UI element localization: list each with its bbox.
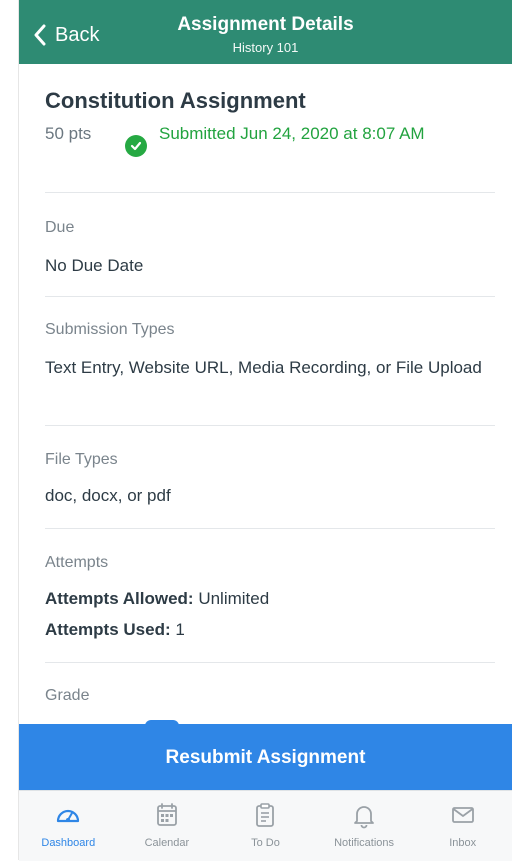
back-button[interactable]: Back — [33, 20, 99, 50]
divider — [45, 528, 495, 529]
submission-status-text: Submitted Jun 24, 2020 at 8:07 AM — [159, 124, 425, 143]
bottom-tab-bar: Dashboard Calendar To Do Notifications I… — [19, 790, 512, 861]
submission-types-value: Text Entry, Website URL, Media Recording… — [45, 358, 482, 377]
left-page-edge — [0, 0, 19, 860]
attempts-used-value: 1 — [175, 620, 185, 639]
resubmit-assignment-button[interactable]: Resubmit Assignment — [19, 724, 512, 790]
tab-label: To Do — [251, 837, 280, 849]
chevron-left-icon — [34, 24, 46, 46]
divider — [45, 192, 495, 193]
tab-label: Inbox — [449, 837, 477, 849]
page-title: Assignment Details — [177, 14, 354, 35]
due-label: Due — [45, 219, 75, 236]
tab-inbox[interactable]: Inbox — [413, 791, 512, 861]
attempts-label: Attempts — [45, 554, 109, 571]
divider — [45, 296, 495, 297]
divider — [45, 425, 495, 426]
dashboard-icon — [57, 809, 80, 823]
tab-dashboard[interactable]: Dashboard — [19, 791, 118, 861]
todo-icon — [256, 803, 275, 827]
submission-types-label: Submission Types — [45, 321, 175, 338]
attempts-used-label: Attempts Used: — [45, 620, 171, 639]
calendar-icon — [156, 803, 177, 826]
submission-status: Submitted Jun 24, 2020 at 8:07 AM — [125, 123, 449, 157]
tab-calendar[interactable]: Calendar — [118, 791, 217, 861]
divider — [45, 662, 495, 663]
tab-todo[interactable]: To Do — [216, 791, 315, 861]
tab-label: Calendar — [144, 837, 190, 849]
assignment-content[interactable]: Constitution Assignment 50 pts Submitted… — [19, 64, 512, 724]
tab-label: Notifications — [334, 837, 395, 849]
bell-icon — [354, 806, 374, 829]
grade-label: Grade — [45, 687, 90, 704]
assignment-title: Constitution Assignment — [45, 88, 306, 113]
attempts-used: Attempts Used: 1 — [45, 620, 185, 640]
attempts-allowed-label: Attempts Allowed: — [45, 589, 194, 608]
due-value: No Due Date — [45, 256, 144, 275]
file-types-label: File Types — [45, 451, 118, 468]
attempts-allowed: Attempts Allowed: Unlimited — [45, 589, 269, 609]
tab-label: Dashboard — [41, 837, 96, 849]
back-label: Back — [55, 23, 100, 46]
course-subtitle: History 101 — [232, 40, 299, 55]
navigation-bar: Back Assignment Details History 101 — [19, 0, 512, 64]
check-circle-icon — [125, 135, 147, 157]
inbox-icon — [451, 807, 474, 823]
assignment-points: 50 pts — [45, 124, 92, 143]
tab-notifications[interactable]: Notifications — [315, 791, 414, 861]
assignment-details-screen: Back Assignment Details History 101 Cons… — [19, 0, 512, 861]
attempts-allowed-value: Unlimited — [198, 589, 270, 608]
file-types-value: doc, docx, or pdf — [45, 486, 171, 505]
